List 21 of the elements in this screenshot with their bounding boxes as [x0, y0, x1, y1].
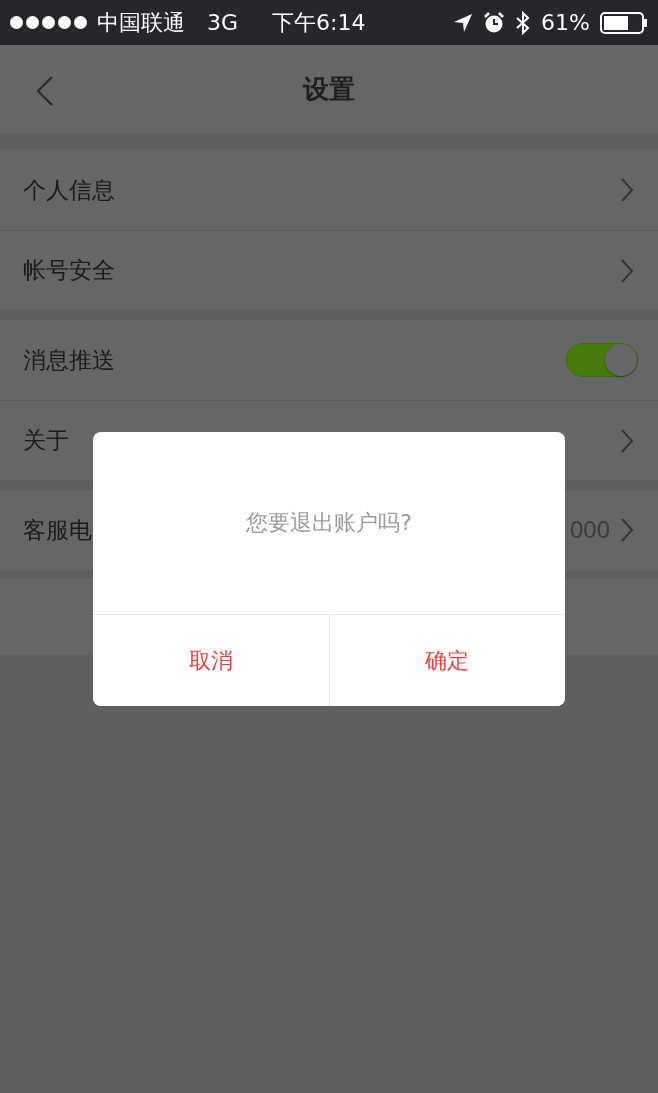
- back-icon[interactable]: [36, 75, 54, 107]
- carrier-name: 中国联通: [97, 8, 185, 37]
- chevron-icon: [620, 427, 634, 454]
- signal-icon: [10, 16, 87, 29]
- chevron-icon: [620, 517, 634, 543]
- toggle-switch[interactable]: [566, 343, 638, 377]
- location-icon: [453, 12, 474, 33]
- page-title: 设置: [303, 73, 355, 106]
- bluetooth-icon: [515, 10, 532, 35]
- settings-label[interactable]: 个人信息: [23, 174, 610, 206]
- settings-label[interactable]: 消息推送: [23, 344, 556, 376]
- dialog-message: 您要退出账户吗?: [246, 509, 412, 537]
- dialog-button[interactable]: 确定: [328, 615, 565, 706]
- battery-percent: 61%: [541, 10, 590, 35]
- settings-label[interactable]: 帐号安全: [23, 255, 610, 286]
- alarm-icon: [483, 11, 506, 34]
- chevron-icon: [620, 257, 634, 284]
- network-type: 3G: [207, 10, 239, 35]
- status-time: 下午6:14: [272, 8, 366, 37]
- battery-icon: [600, 11, 648, 34]
- chevron-icon: [620, 177, 634, 203]
